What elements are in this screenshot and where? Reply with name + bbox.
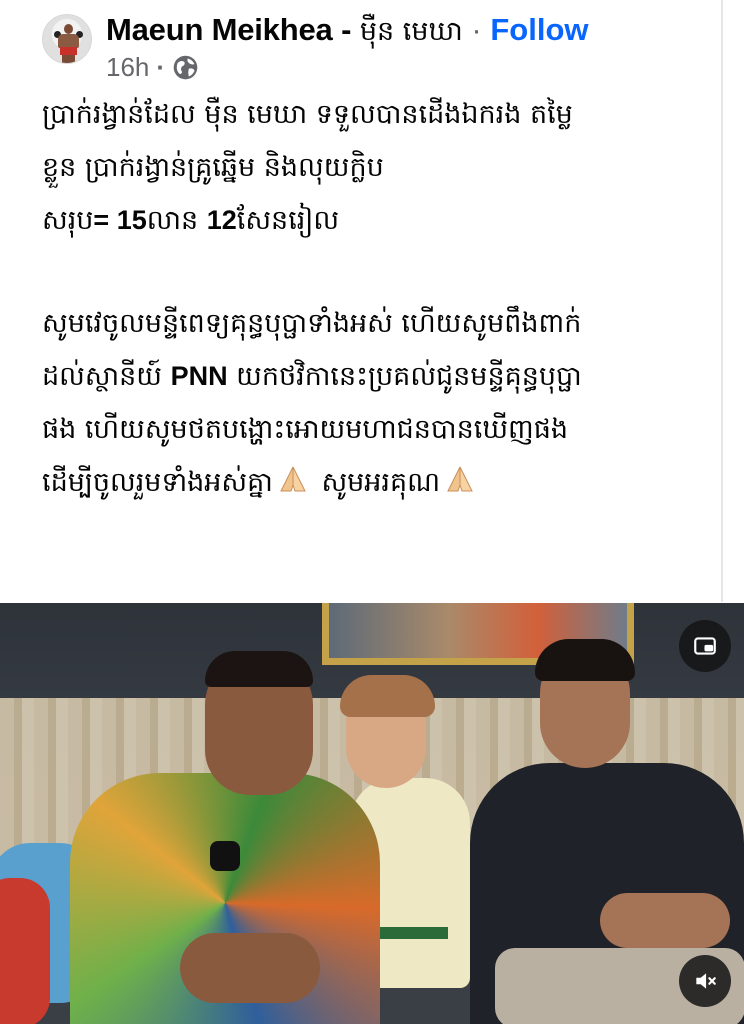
message-line: ប្រាក់រង្វាន់ដែល ម៉ឺន មេឃា ទទួលបានដើងឯករ… <box>42 99 573 130</box>
post-title-line: Maeun Meikhea - ម៉ឺន មេឃា · Follow <box>106 10 589 52</box>
name-separator: - <box>341 12 352 47</box>
post-header: Maeun Meikhea - ម៉ឺន មេឃា · Follow 16h · <box>42 10 722 82</box>
message-text: សូមអរគុណ <box>312 467 441 498</box>
total-amount-2: 12 <box>206 205 237 235</box>
message-text: ដើម្បីចូលរួមទាំងអស់គ្នា <box>42 467 273 498</box>
video-person-left-hands <box>180 933 320 1003</box>
message-line: ដើម្បីចូលរួមទាំងអស់គ្នា សូមអរគុណ <box>42 456 710 509</box>
post-message: ប្រាក់រង្វាន់ដែល ម៉ឺន មេឃា ទទួលបានដើងឯករ… <box>42 88 710 509</box>
picture-in-picture-icon <box>694 637 716 655</box>
mute-toggle-button[interactable] <box>679 955 731 1007</box>
video-red-pillow <box>0 878 50 1024</box>
avatar-figure-body <box>58 34 79 48</box>
total-prefix: សរុប <box>42 205 94 236</box>
post-video[interactable] <box>0 603 744 1024</box>
globe-icon[interactable] <box>172 54 199 81</box>
message-text: ដល់ស្ថានីយ៍ <box>42 361 171 392</box>
folded-hands-emoji-icon <box>275 460 311 492</box>
avatar-figure-shorts <box>60 47 77 55</box>
avatar-figure-legs <box>62 55 75 63</box>
video-person-right-hair <box>535 639 635 681</box>
avatar-figure-head <box>64 24 73 34</box>
muted-speaker-icon <box>696 973 716 989</box>
page-avatar[interactable] <box>42 14 92 64</box>
page-name-link[interactable]: Maeun Meikhea <box>106 12 333 47</box>
total-suffix: សែនរៀល <box>236 205 340 236</box>
card-border <box>721 0 723 602</box>
message-line: សូមវេចូលមន្ទីពេទ្យគុន្ធបុប្ផាទាំងអស់ ហើយ… <box>42 308 582 339</box>
video-person-middle-hair <box>340 675 435 717</box>
facebook-post-card: Maeun Meikhea - ម៉ឺន មេឃា · Follow 16h ·… <box>0 0 744 1024</box>
total-amount: = 15 <box>93 205 147 235</box>
message-total-line: សរុប= 15លាន 12សែនរៀល <box>42 194 710 247</box>
total-unit: លាន <box>146 205 207 236</box>
video-person-middle-belt <box>378 927 448 939</box>
post-meta: 16h · <box>106 50 199 84</box>
message-text: យកថវិកានេះប្រគល់ជូនមន្ទីគុន្ធបុប្ផា <box>227 361 582 392</box>
message-line: ខ្លួន ប្រាក់រង្វាន់គ្រូឆ្នើម និងលុយក្លិប <box>42 152 384 183</box>
meta-dot-separator: · <box>156 51 166 82</box>
folded-hands-emoji-icon <box>442 460 478 492</box>
video-person-right-hands <box>600 893 730 948</box>
message-line: ដល់ស្ថានីយ៍ PNN យកថវិកានេះប្រគល់ជូនមន្ទី… <box>42 350 710 403</box>
video-person-left-hair <box>205 651 313 687</box>
post-timestamp[interactable]: 16h <box>106 52 149 83</box>
lapel-microphone <box>210 841 240 871</box>
title-dot-separator: · <box>471 12 482 47</box>
pnn-brand-text: PNN <box>170 361 228 391</box>
follow-button[interactable]: Follow <box>490 12 588 47</box>
picture-in-picture-button[interactable] <box>679 620 731 672</box>
khmer-page-name[interactable]: ម៉ឺន មេឃា <box>360 16 463 47</box>
message-line: ផង ហើយសូមថតបង្ហោះអោយមហាជនបានឃើញផង <box>42 414 569 445</box>
